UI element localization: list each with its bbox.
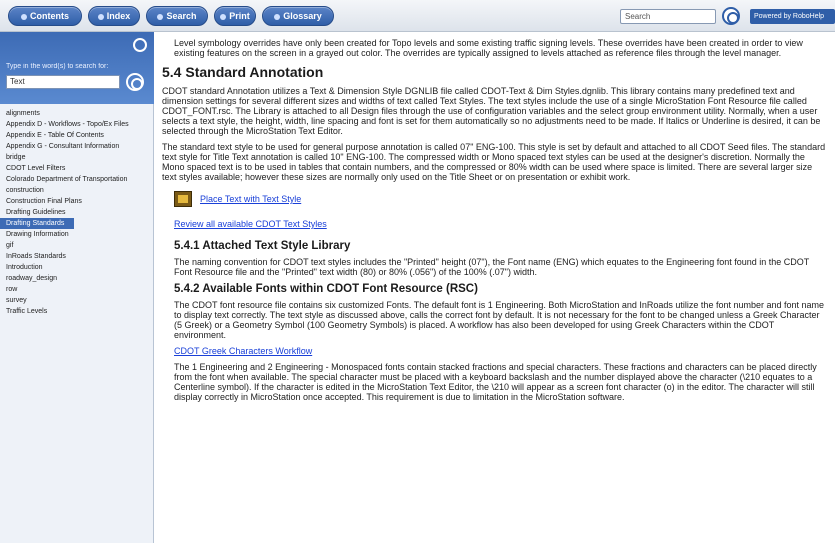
search-input[interactable]: Search [620,9,716,24]
toolbar: Contents Index Search Print Glossary Search … [0,0,835,32]
paragraph: The CDOT font resource file contains six… [174,300,825,340]
paragraph: CDOT standard Annotation utilizes a Text… [162,86,821,136]
search-result-item[interactable]: Drawing Information [0,229,154,240]
search-hint: Type in the word(s) to search for: [6,63,109,70]
toolbar-button-label: Print [229,11,250,21]
toolbar-button-contents[interactable]: Contents [8,6,82,26]
toolbar-button-label: Glossary [283,11,322,21]
toolbar-button-print[interactable]: Print [214,6,256,26]
search-result-item[interactable]: row [0,284,154,295]
place-text-link[interactable]: Place Text with Text Style [200,194,301,204]
search-result-item[interactable]: InRoads Standards [0,251,154,262]
toolbar-button-search[interactable]: Search [146,6,208,26]
search-results-list: alignments Appendix D - Workflows - Topo/… [0,108,154,317]
toolbar-button-label: Contents [30,11,69,21]
search-result-item[interactable]: gif [0,240,154,251]
sidebar-header: Type in the word(s) to search for: Text [0,32,154,104]
search-result-item[interactable]: construction [0,185,154,196]
review-text-styles-link[interactable]: Review all available CDOT Text Styles [174,219,327,229]
paragraph: The standard text style to be used for g… [162,142,826,182]
search-result-item[interactable]: alignments [0,108,154,119]
close-pane-icon[interactable] [133,38,147,52]
search-result-item[interactable]: Construction Final Plans [0,196,154,207]
search-go-icon[interactable] [722,7,740,25]
toolbar-button-index[interactable]: Index [88,6,140,26]
section-heading-5-4-1: 5.4.1 Attached Text Style Library [174,240,351,252]
search-result-item[interactable]: bridge [0,152,154,163]
search-result-item[interactable]: roadway_design [0,273,154,284]
intro-paragraph: Level symbology overrides have only been… [174,38,803,58]
index-icon [97,13,104,20]
search-result-item[interactable]: Drafting Standards [0,218,74,229]
sidebar-search-go-icon[interactable] [126,73,144,91]
search-result-item[interactable]: Drafting Guidelines [0,207,154,218]
powered-by-label[interactable]: Powered by RoboHelp [750,9,835,24]
search-result-item[interactable]: Appendix G - Consultant Information [0,141,154,152]
section-heading-5-4: 5.4 Standard Annotation [162,64,324,80]
glossary-icon [274,13,281,20]
contents-icon [21,13,27,20]
sidebar: Type in the word(s) to search for: Text … [0,32,154,543]
paragraph: The naming convention for CDOT text styl… [174,257,810,277]
section-heading-5-4-2: 5.4.2 Available Fonts within CDOT Font R… [174,283,478,295]
film-icon [174,191,192,207]
toolbar-button-glossary[interactable]: Glossary [262,6,334,26]
search-result-item[interactable]: Appendix D - Workflows - Topo/Ex Files [0,119,154,130]
print-icon [220,13,227,20]
sidebar-search-input[interactable]: Text [6,75,120,89]
toolbar-button-label: Search [166,11,197,21]
search-result-item[interactable]: survey [0,295,154,306]
search-icon [157,13,164,20]
search-result-item[interactable]: Traffic Levels [0,306,154,317]
search-result-item[interactable]: Colorado Department of Transportation [0,174,154,185]
search-result-item[interactable]: Introduction [0,262,154,273]
video-link-row: Place Text with Text Style [174,190,827,208]
search-result-item[interactable]: Appendix E - Table Of Contents [0,130,154,141]
paragraph: The 1 Engineering and 2 Engineering - Mo… [174,362,817,402]
search-result-item[interactable]: CDOT Level Filters [0,163,154,174]
toolbar-button-label: Index [106,11,131,21]
greek-characters-link[interactable]: CDOT Greek Characters Workflow [174,346,312,356]
topic-content: Level symbology overrides have only been… [162,38,827,543]
